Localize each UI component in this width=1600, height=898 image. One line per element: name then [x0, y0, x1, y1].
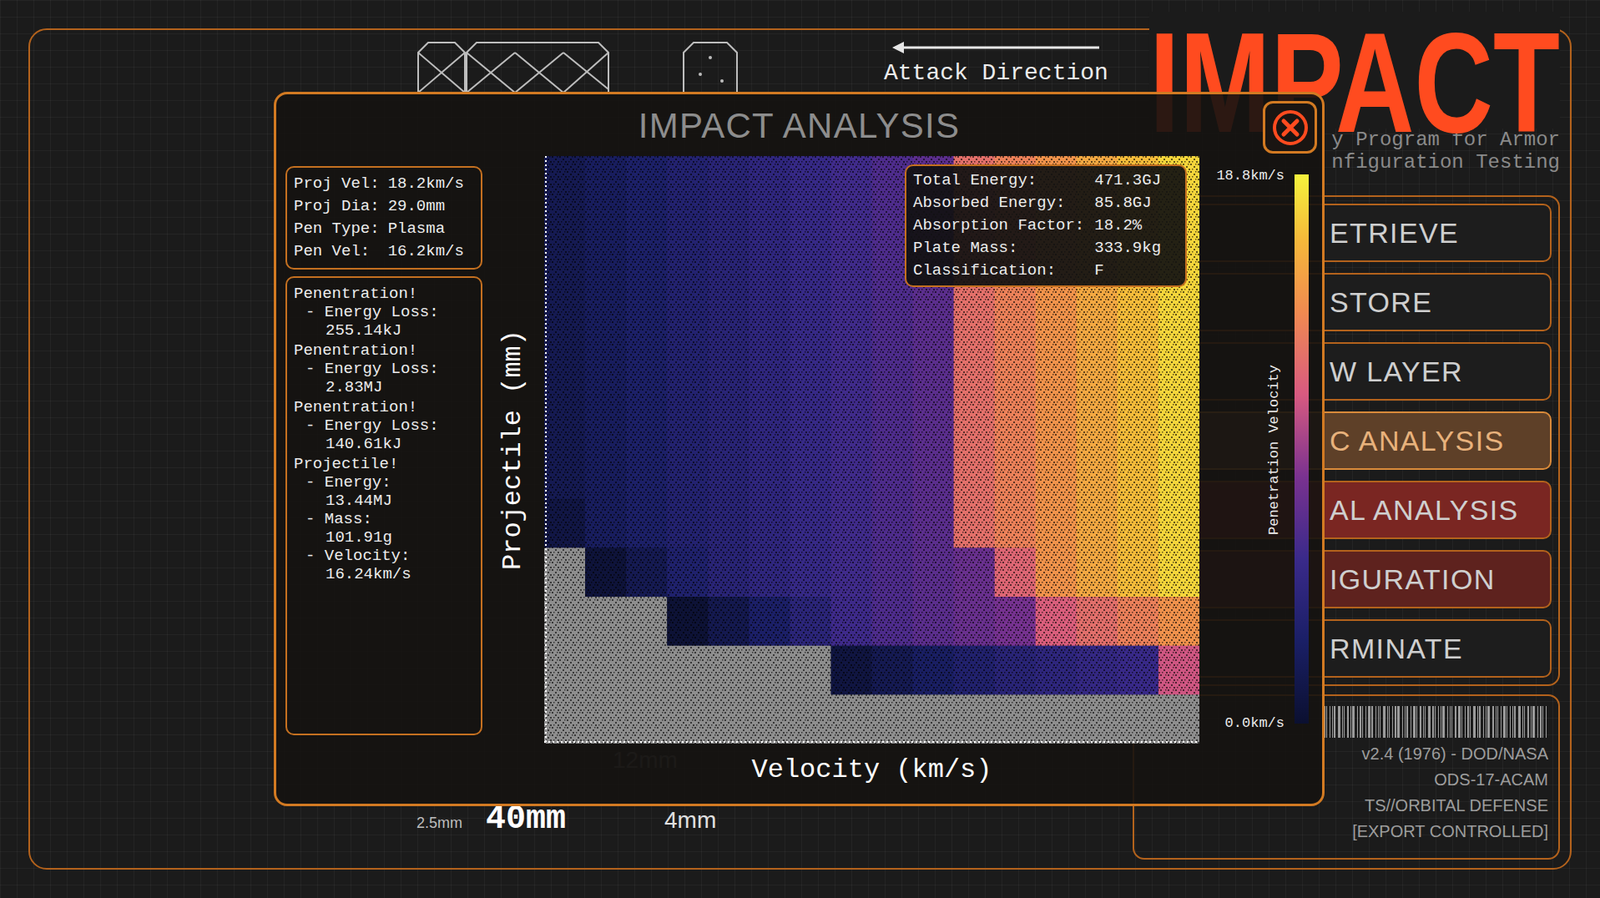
log-title: Penentration!	[293, 341, 475, 360]
info-label: Pen Vel:	[293, 240, 380, 263]
log-detail: - Velocity:16.24km/s	[293, 546, 475, 584]
impact-analysis-dialog: IMPACT ANALYSIS Proj Vel: 18.2km/s Proj Dia…	[273, 91, 1325, 807]
y-axis-label: Projectile (mm)	[493, 329, 534, 571]
energy-stats: Total Energy: 471.3GJ Absorbed Energy: 85.8…	[904, 164, 1187, 288]
log-entry: Penentration!- Energy Loss:140.61kJ	[293, 398, 475, 454]
stat-value: 18.2%	[1094, 214, 1179, 238]
log-entry: Penentration!- Energy Loss:2.83MJ	[293, 341, 475, 397]
info-value: Plasma	[388, 217, 475, 241]
legend-bar	[1294, 174, 1309, 724]
stat-label: Absorption Factor:	[913, 214, 1085, 238]
barcode-icon	[1322, 706, 1549, 738]
legend-title: Penetration Velocity	[1266, 364, 1283, 536]
stat-label: Absorbed Energy:	[913, 191, 1085, 215]
dialog-title: IMPACT ANALYSIS	[276, 94, 1323, 157]
log-detail: - Energy Loss:140.61kJ	[293, 416, 475, 454]
version-line: v2.4 (1976) - DOD/NASA	[1362, 741, 1549, 768]
info-value: 18.2km/s	[388, 172, 475, 196]
log-detail: - Energy Loss:2.83MJ	[293, 359, 475, 397]
legend-labels: 18.8km/s Penetration Velocity 0.0km/s	[1204, 156, 1285, 744]
dialog-body: Proj Vel: 18.2km/s Proj Dia: 29.0mm Pen Type…	[276, 156, 1323, 788]
plot-column: Total Energy: 471.3GJ Absorbed Energy: 85.8…	[544, 156, 1200, 788]
y-axis-label-box: Projectile (mm)	[482, 156, 545, 744]
color-legend: 18.8km/s Penetration Velocity 0.0km/s	[1199, 156, 1325, 744]
log-title: Penentration!	[293, 284, 475, 303]
version-line: [EXPORT CONTROLLED]	[1352, 818, 1549, 845]
log-detail: - Energy Loss:255.14kJ	[293, 302, 475, 340]
stat-value: 471.3GJ	[1094, 169, 1179, 192]
left-arrow-icon	[890, 40, 1101, 55]
app-subtitle: y Program for Armornfiguration Testing	[1331, 128, 1560, 174]
log-detail: - Mass:101.91g	[293, 509, 475, 547]
log-entry: Penentration!- Energy Loss:255.14kJ	[293, 284, 475, 340]
stat-label: Classification:	[913, 259, 1085, 283]
attack-direction: Attack Direction	[883, 40, 1109, 88]
stat-value: 85.8GJ	[1094, 191, 1179, 215]
diagram-row: Attack Direction	[30, 40, 1133, 93]
impact-screen: Attack Direction12mm2.5mm40mm4mmIMPACTy …	[0, 0, 1600, 898]
version-line: TS//ORBITAL DEFENSE	[1364, 792, 1549, 819]
close-button[interactable]	[1262, 100, 1318, 154]
layer-dimension: 2.5mm	[416, 812, 463, 835]
version-info: v2.4 (1976) - DOD/NASAODS-17-ACAMTS//ORB…	[1352, 741, 1549, 845]
info-value: 29.0mm	[388, 195, 475, 218]
subtitle-line: y Program for Armor	[1331, 128, 1560, 152]
impact-log: Penentration!- Energy Loss:255.14kJPenen…	[285, 276, 483, 736]
info-label: Pen Type:	[293, 217, 380, 241]
stat-value: F	[1094, 259, 1179, 283]
x-axis-label: Velocity (km/s)	[544, 743, 1200, 788]
plot-area: Total Energy: 471.3GJ Absorbed Energy: 85.8…	[544, 156, 1200, 744]
subtitle-line: nfiguration Testing	[1331, 151, 1560, 174]
info-value: 16.2km/s	[388, 240, 475, 263]
legend-max: 18.8km/s	[1216, 167, 1285, 185]
info-label: Proj Dia:	[293, 195, 380, 218]
info-column: Proj Vel: 18.2km/s Proj Dia: 29.0mm Pen Type…	[285, 166, 483, 788]
log-title: Projectile!	[293, 454, 475, 474]
info-label: Proj Vel:	[293, 172, 380, 196]
close-icon	[1271, 109, 1309, 147]
log-detail: - Energy:13.44MJ	[293, 473, 475, 510]
stat-label: Plate Mass:	[913, 237, 1085, 260]
layer-dimension: 4mm	[664, 802, 717, 838]
stat-value: 333.9kg	[1094, 237, 1179, 260]
attack-direction-label: Attack Direction	[883, 59, 1109, 88]
armor-diagram-icon	[416, 40, 742, 93]
log-entry: Projectile!- Energy:13.44MJ- Mass:101.91…	[293, 454, 475, 584]
stat-label: Total Energy:	[913, 169, 1085, 192]
legend-min: 0.0km/s	[1225, 715, 1285, 732]
projectile-info: Proj Vel: 18.2km/s Proj Dia: 29.0mm Pen Type…	[285, 166, 483, 270]
log-title: Penentration!	[293, 398, 475, 417]
version-line: ODS-17-ACAM	[1433, 767, 1549, 793]
